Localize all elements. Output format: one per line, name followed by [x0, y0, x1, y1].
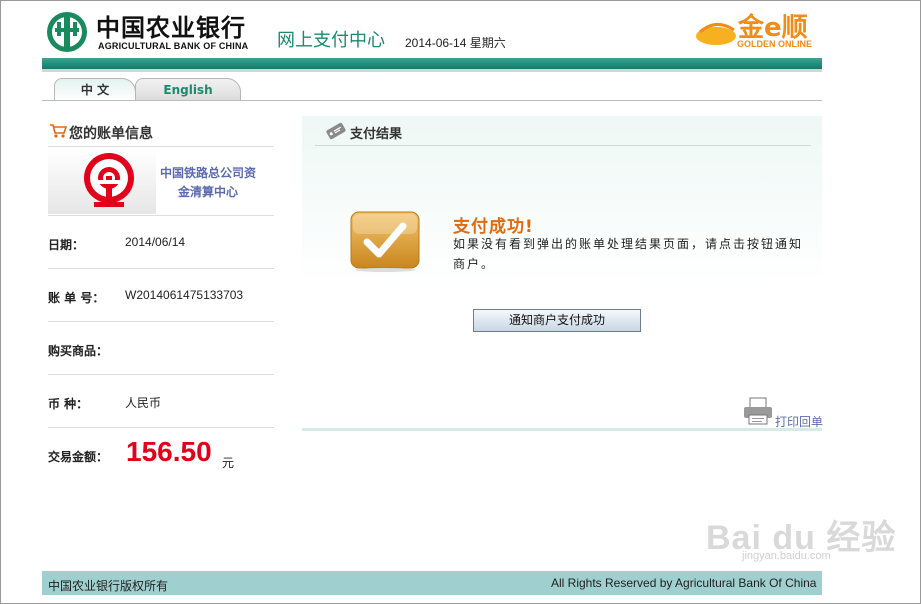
divider — [48, 146, 274, 147]
golden-online-sub: GOLDEN ONLINE — [737, 39, 813, 49]
bank-name-en: AGRICULTURAL BANK OF CHINA — [98, 41, 249, 51]
result-bottom-line — [302, 428, 822, 431]
merchant-logo — [48, 150, 156, 214]
shopping-cart-icon — [50, 124, 67, 138]
amount-value: 156.50 — [126, 436, 212, 467]
bill-info-title: 您的账单信息 — [69, 126, 153, 142]
goods-label: 购买商品： — [48, 344, 109, 358]
abc-logo-icon — [47, 12, 87, 52]
date-label: 日期： — [48, 238, 85, 252]
success-check-icon — [350, 211, 420, 272]
success-message: 如果没有看到弹出的账单处理结果页面，请点击按钮通知商户。 — [453, 237, 804, 271]
currency-value: 人民币 — [125, 396, 162, 410]
amount-unit: 元 — [222, 456, 235, 470]
price-tag-icon — [326, 122, 346, 140]
merchant-name: 中国铁路总公司资金清算中心 — [159, 166, 256, 199]
divider — [48, 427, 274, 428]
notify-merchant-button[interactable]: 通知商户支付成功 — [473, 309, 641, 332]
header-bar-shadow — [42, 69, 822, 72]
bank-name-cn: 中国农业银行 — [96, 13, 246, 42]
divider — [48, 374, 274, 375]
tab-chinese[interactable]: 中 文 — [54, 78, 136, 101]
china-railway-logo-icon — [84, 153, 134, 207]
result-divider — [315, 145, 811, 146]
tabs-baseline — [42, 100, 822, 101]
date-value: 2014/06/14 — [125, 235, 186, 249]
divider — [48, 215, 274, 216]
baidu-watermark-url: jingyan.baidu.com — [742, 550, 831, 562]
payment-result-title: 支付结果 — [350, 127, 403, 142]
divider — [48, 321, 274, 322]
divider — [48, 268, 274, 269]
currency-label: 币 种： — [48, 397, 89, 411]
header-bar — [42, 58, 822, 69]
bill-number-value: W2014061475133703 — [125, 288, 244, 302]
bill-number-label: 账 单 号： — [48, 291, 105, 305]
footer-copyright-en: All Rights Reserved by Agricultural Bank… — [551, 576, 817, 590]
header-date: 2014-06-14 星期六 — [405, 36, 506, 50]
tab-english[interactable]: English — [135, 78, 241, 100]
amount-label: 交易金额： — [48, 450, 109, 464]
payment-center-title: 网上支付中心 — [277, 30, 385, 51]
footer-copyright-cn: 中国农业银行版权所有 — [48, 579, 169, 593]
printer-icon[interactable] — [742, 396, 774, 426]
